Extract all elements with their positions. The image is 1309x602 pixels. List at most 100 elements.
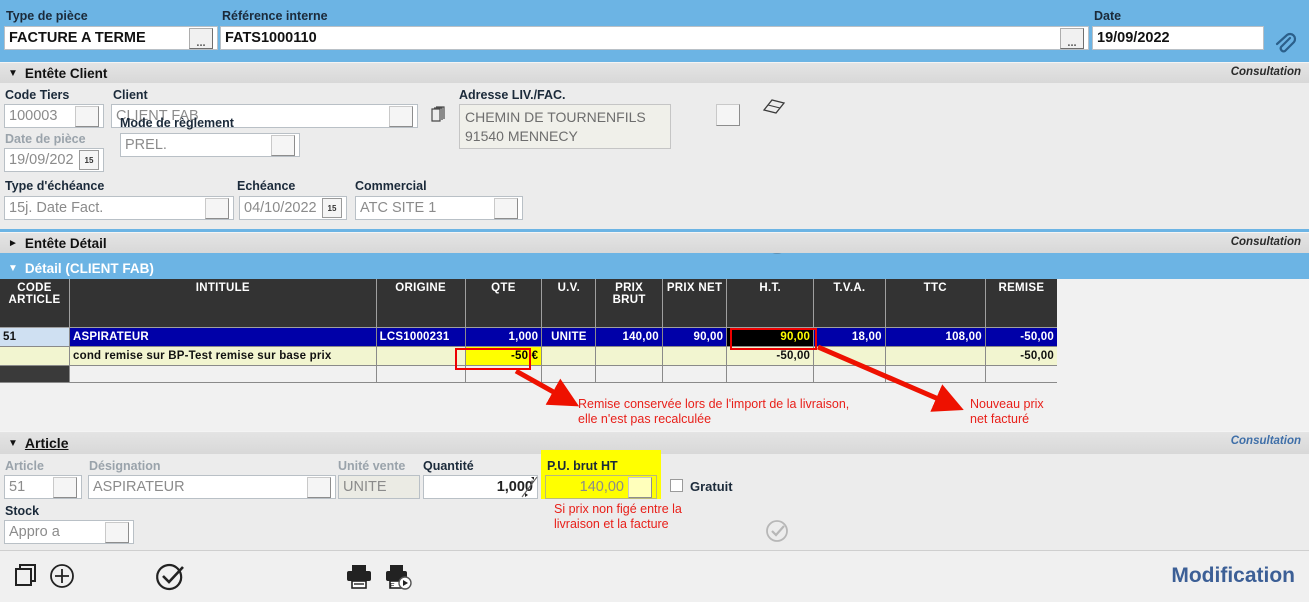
cell-code[interactable] xyxy=(0,365,70,383)
col-remise[interactable]: REMISE xyxy=(985,279,1057,328)
client-browse-button[interactable] xyxy=(389,105,413,127)
folded-map-icon[interactable] xyxy=(762,96,786,118)
adresse-field[interactable]: CHEMIN DE TOURNENFILS 91540 MENNECY xyxy=(459,104,671,149)
adresse-line-1: CHEMIN DE TOURNENFILS xyxy=(465,109,646,125)
type-piece-browse-button[interactable]: ... xyxy=(189,27,213,49)
cell-qte-discount[interactable]: -50 € xyxy=(465,346,543,366)
stock-browse-button[interactable] xyxy=(105,521,129,543)
cell-ttc[interactable]: 108,00 xyxy=(885,327,986,347)
type-echeance-field[interactable]: 15j. Date Fact. xyxy=(4,196,234,220)
calendar-icon-date-piece[interactable]: 15 xyxy=(79,150,99,170)
reference-browse-button[interactable]: ... xyxy=(1060,27,1084,49)
col-prix-net[interactable]: PRIX NET xyxy=(662,279,728,328)
cell-tva[interactable] xyxy=(813,346,886,366)
copy-pages-icon[interactable] xyxy=(429,105,449,125)
mode-reglement-browse-button[interactable] xyxy=(271,134,295,156)
cell-remise[interactable]: -50,00 xyxy=(985,327,1057,347)
col-tva[interactable]: T.V.A. xyxy=(813,279,886,328)
cell-origine[interactable] xyxy=(376,365,466,383)
col-ttc[interactable]: TTC xyxy=(885,279,986,328)
cell-tva[interactable] xyxy=(813,365,886,383)
date-field[interactable]: 19/09/2022 xyxy=(1092,26,1264,50)
col-ht[interactable]: H.T. xyxy=(726,279,815,328)
check-circle-icon-validate[interactable] xyxy=(155,562,185,592)
grid-header-row: CODE ARTICLE INTITULE ORIGINE QTE U.V. P… xyxy=(0,279,1057,328)
article-code-field[interactable]: 51 xyxy=(4,475,82,499)
plus-circle-icon[interactable] xyxy=(48,562,76,590)
cell-uv[interactable] xyxy=(541,346,597,366)
code-tiers-field[interactable]: 100003 xyxy=(4,104,104,128)
mode-reglement-field[interactable]: PREL. xyxy=(120,133,300,157)
designation-browse-button[interactable] xyxy=(307,476,331,498)
cell-uv[interactable]: UNITE xyxy=(541,327,597,347)
cell-prix-net[interactable] xyxy=(662,365,728,383)
col-code-article[interactable]: CODE ARTICLE xyxy=(0,279,70,328)
col-uv[interactable]: U.V. xyxy=(541,279,597,328)
pu-brut-ht-value: 140,00 xyxy=(579,479,624,495)
type-piece-field[interactable]: FACTURE A TERME ... xyxy=(4,26,218,50)
section-entete-client[interactable]: ▼ Entête Client Consultation xyxy=(0,62,1309,83)
code-tiers-browse-button[interactable] xyxy=(75,105,99,127)
annotation-remise-line-1: Remise conservée lors de l'import de la … xyxy=(578,397,850,411)
top-header: Type de pièce FACTURE A TERME ... Référe… xyxy=(0,0,1309,62)
date-piece-value: 19/09/202 xyxy=(9,152,74,168)
cell-code[interactable] xyxy=(0,346,70,366)
designation-field[interactable]: ASPIRATEUR xyxy=(88,475,336,499)
cell-intitule[interactable]: cond remise sur BP-Test remise sur base … xyxy=(69,346,377,366)
article-body: Article 51 Désignation ASPIRATEUR Unité … xyxy=(0,450,1309,550)
cell-qte[interactable]: 1,000 xyxy=(465,327,543,347)
paperclip-icon[interactable] xyxy=(1273,31,1297,55)
duplicate-icon[interactable] xyxy=(13,562,41,590)
cell-prix-brut[interactable] xyxy=(595,365,663,383)
table-row[interactable]: cond remise sur BP-Test remise sur base … xyxy=(0,346,1057,366)
annotation-remise-line-2: elle n'est pas recalculée xyxy=(578,412,712,426)
cell-ht-selected[interactable]: 90,00 xyxy=(726,327,815,347)
col-intitule[interactable]: INTITULE xyxy=(69,279,377,328)
commercial-field[interactable]: ATC SITE 1 xyxy=(355,196,523,220)
section-entete-client-title: Entête Client xyxy=(24,65,108,81)
detail-grid[interactable]: CODE ARTICLE INTITULE ORIGINE QTE U.V. P… xyxy=(0,279,1057,383)
spinner-updown-icon[interactable]: + xyxy=(521,475,538,499)
cell-prix-brut[interactable] xyxy=(595,346,663,366)
article-code-browse-button[interactable] xyxy=(53,476,77,498)
gratuit-checkbox[interactable] xyxy=(670,479,683,492)
col-prix-brut[interactable]: PRIX BRUT xyxy=(595,279,663,328)
cell-intitule[interactable]: ASPIRATEUR xyxy=(69,327,377,347)
cell-ht[interactable]: -50,00 xyxy=(726,346,815,366)
table-row[interactable] xyxy=(0,365,1057,383)
table-row[interactable]: 51 ASPIRATEUR LCS1000231 1,000 UNITE 140… xyxy=(0,327,1057,347)
pu-brut-ht-field[interactable]: 140,00 xyxy=(545,475,657,499)
cell-prix-net[interactable]: 90,00 xyxy=(662,327,728,347)
cell-origine[interactable] xyxy=(376,346,466,366)
cell-ht[interactable] xyxy=(726,365,815,383)
reference-field[interactable]: FATS1000110 ... xyxy=(220,26,1089,50)
cell-uv[interactable] xyxy=(541,365,597,383)
cell-prix-brut[interactable]: 140,00 xyxy=(595,327,663,347)
cell-tva[interactable]: 18,00 xyxy=(813,327,886,347)
cell-code[interactable]: 51 xyxy=(0,327,70,347)
cell-ttc[interactable] xyxy=(885,365,986,383)
check-circle-icon-article[interactable] xyxy=(765,519,789,543)
commercial-browse-button[interactable] xyxy=(494,197,518,219)
echeance-field[interactable]: 04/10/2022 15 xyxy=(239,196,347,220)
adresse-browse-button[interactable] xyxy=(716,104,740,126)
section-entete-detail[interactable]: ► Entête Détail Consultation xyxy=(0,232,1309,253)
pu-brut-ht-browse-button[interactable] xyxy=(628,476,652,498)
stock-field[interactable]: Appro a xyxy=(4,520,134,544)
cell-intitule[interactable] xyxy=(69,365,377,383)
section-detail-title: Détail (CLIENT FAB) xyxy=(24,260,154,276)
cell-remise[interactable] xyxy=(985,365,1057,383)
printer-preview-icon[interactable]: E xyxy=(384,562,414,590)
calendar-icon-echeance[interactable]: 15 xyxy=(322,198,342,218)
type-echeance-browse-button[interactable] xyxy=(205,197,229,219)
cell-ttc[interactable] xyxy=(885,346,986,366)
col-qte[interactable]: QTE xyxy=(465,279,543,328)
col-origine[interactable]: ORIGINE xyxy=(376,279,466,328)
cell-origine[interactable]: LCS1000231 xyxy=(376,327,466,347)
printer-icon[interactable] xyxy=(345,562,373,590)
cell-prix-net[interactable] xyxy=(662,346,728,366)
cell-qte[interactable] xyxy=(465,365,543,383)
date-piece-field[interactable]: 19/09/202 15 xyxy=(4,148,104,172)
section-detail[interactable]: ▼ Détail (CLIENT FAB) xyxy=(0,257,1309,279)
cell-remise[interactable]: -50,00 xyxy=(985,346,1057,366)
